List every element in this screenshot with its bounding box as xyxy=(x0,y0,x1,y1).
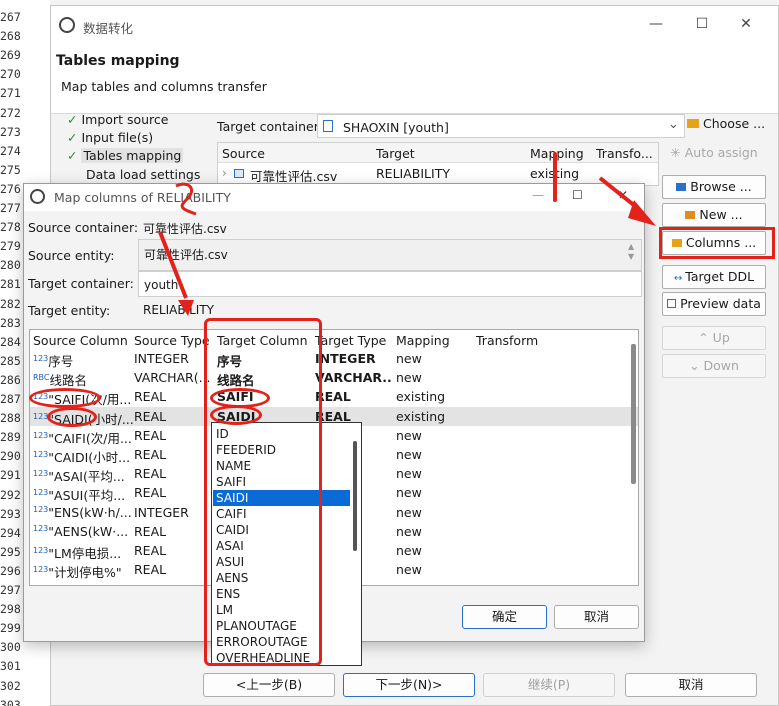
arrow-head-icon xyxy=(178,300,194,316)
screen: 267 268 269 270 271 272 273 274 275 276 277 278 279 2… xyxy=(0,0,779,706)
annotation-arrow-to-target xyxy=(158,231,188,299)
annotation-arrows xyxy=(158,176,656,316)
annotation-number-2 xyxy=(175,182,197,216)
